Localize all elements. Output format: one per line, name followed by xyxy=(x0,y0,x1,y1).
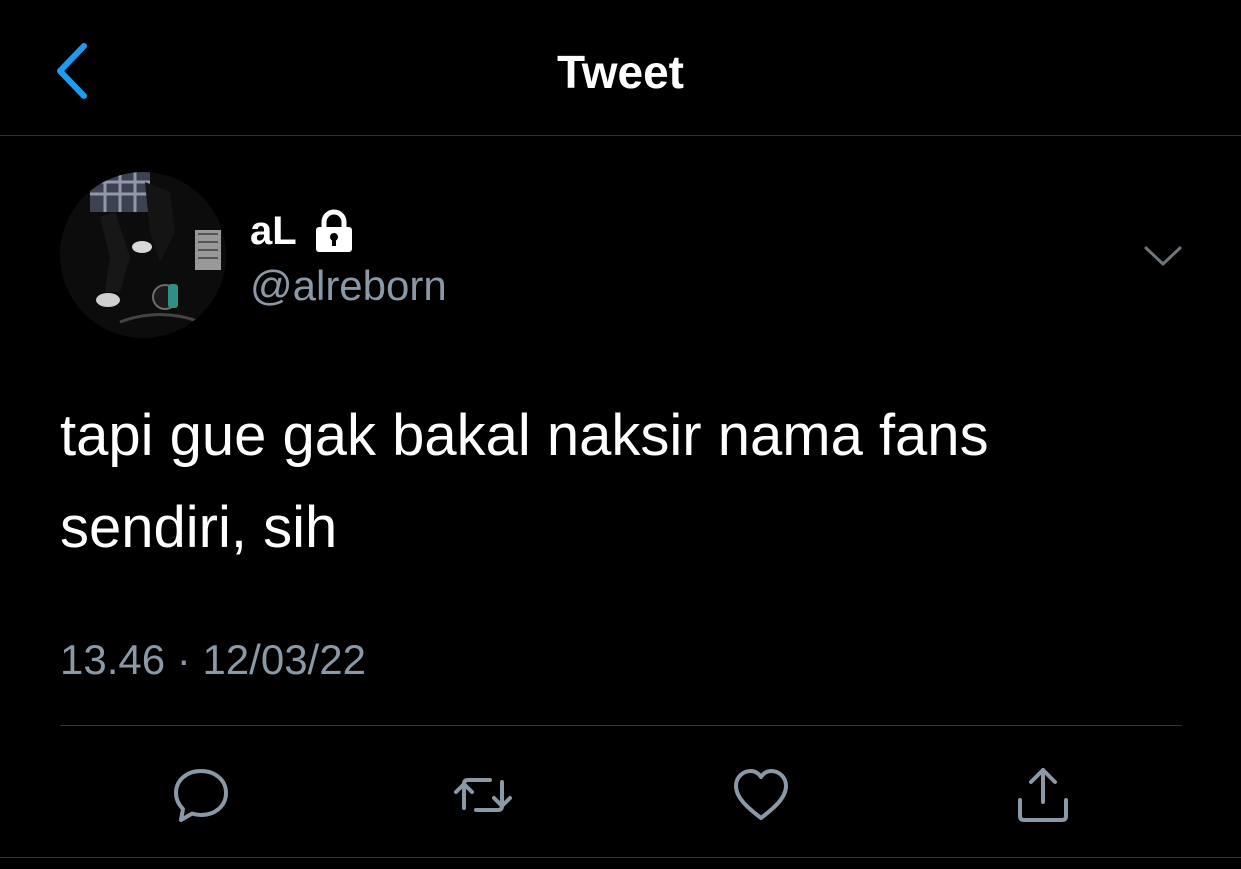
author-name-row[interactable]: aL xyxy=(250,206,357,256)
chevron-down-icon xyxy=(1144,246,1182,266)
avatar[interactable] xyxy=(60,172,226,338)
lock-icon xyxy=(311,208,357,254)
tweet-text: tapi gue gak bakal naksir nama fans send… xyxy=(60,403,989,560)
timestamp-separator: · xyxy=(176,636,191,683)
reply-button[interactable] xyxy=(168,762,234,828)
share-icon xyxy=(1018,768,1068,822)
bottom-divider xyxy=(0,857,1241,858)
heart-icon xyxy=(734,769,788,820)
retweet-button[interactable] xyxy=(450,762,516,828)
tweet-actions-bar xyxy=(0,750,1241,840)
top-navigation-bar: Tweet xyxy=(0,0,1241,136)
author-display-name: aL xyxy=(250,209,297,253)
like-button[interactable] xyxy=(728,762,794,828)
retweet-icon xyxy=(454,778,512,812)
avatar-photo xyxy=(60,172,226,338)
share-button[interactable] xyxy=(1010,762,1076,828)
tweet-timestamp: 13.46 · 12/03/22 xyxy=(60,632,366,688)
divider xyxy=(60,725,1182,726)
tweet-date: 12/03/22 xyxy=(202,636,366,683)
tweet-menu-button[interactable] xyxy=(1140,236,1186,276)
author-handle[interactable]: @alreborn xyxy=(250,260,447,312)
page-title: Tweet xyxy=(557,46,684,98)
tweet-time: 13.46 xyxy=(60,636,166,683)
reply-icon xyxy=(174,769,228,822)
